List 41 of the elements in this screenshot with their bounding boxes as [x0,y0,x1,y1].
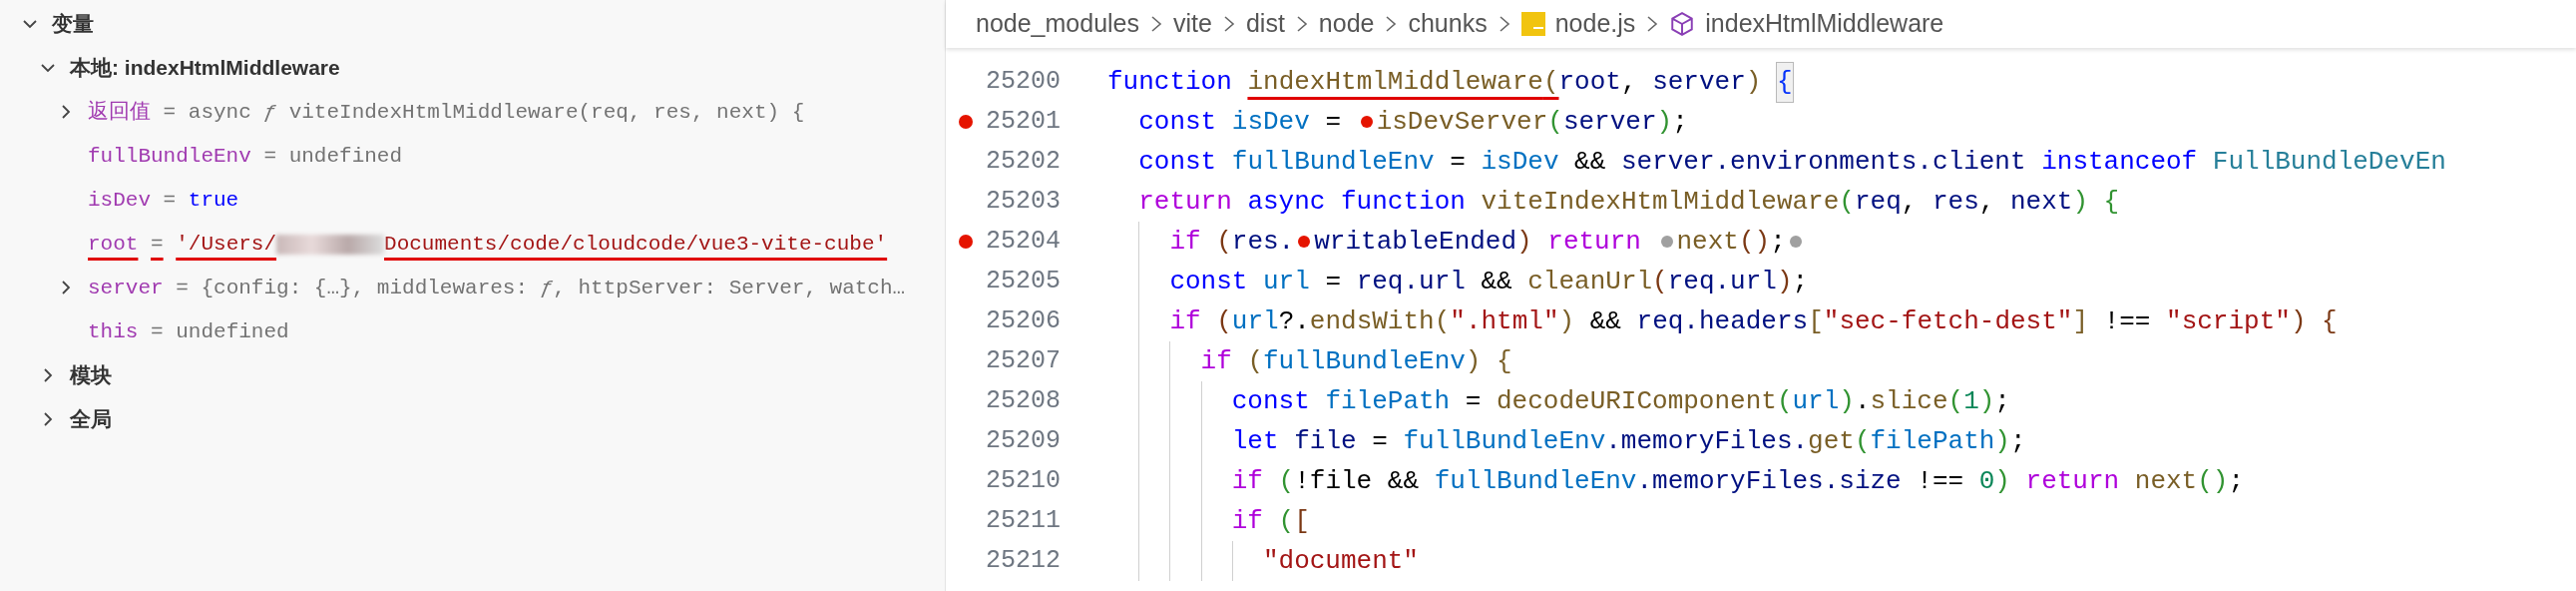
code-line: if (url?.endsWith(".html") && req.headers["sec-fetch-dest"] !== "script") { [1107,301,2338,341]
code-line: return async function viteIndexHtmlMiddleware(req, res, next) { [1137,185,2120,219]
variable-entry[interactable]: root = '/Users/ Documents/code/cloudcode/vue3-vite-cube' [88,227,888,261]
breakpoint-icon[interactable] [959,115,973,129]
variable-entry[interactable]: isDev = true [88,183,239,217]
variable-entry[interactable]: server = {config: {…}, middlewares: ƒ, httpServer: Server, watch… [88,271,906,304]
chevron-right-icon [1149,15,1163,33]
breadcrumb-item[interactable]: indexHtmlMiddleware [1705,5,1944,43]
tree-section-label[interactable]: 模块 [70,359,112,391]
code-line: let file = fullBundleEnv.memoryFiles.get(filePath); [1107,421,2026,461]
variable-entry[interactable]: fullBundleEnv = undefined [88,139,403,173]
file-type-icon [1520,12,1545,36]
tree-section-label[interactable]: 变量 [52,8,94,40]
variable-entry[interactable]: this = undefined [88,314,289,348]
code-line: const isDev = isDevServer(server); [1137,105,1688,139]
breadcrumb-item[interactable]: chunks [1408,5,1488,43]
code-line: if ([ [1107,501,1310,541]
inline-breakpoint-icon[interactable] [1360,116,1373,128]
variable-entry[interactable]: 返回值 = async ƒ viteIndexHtmlMiddleware(req, res, next) { [88,95,805,129]
breadcrumb-item[interactable]: node_modules [976,5,1139,43]
tree-section-label[interactable]: 全局 [70,403,112,435]
breadcrumb-item[interactable]: node [1318,5,1375,43]
code-line: const url = req.url && cleanUrl(req.url); [1107,262,1809,301]
breakpoint-icon[interactable] [959,235,973,249]
inline-breakpoint-icon[interactable] [1660,236,1673,248]
code-line: if (!file && fullBundleEnv.memoryFiles.size !== 0) return next(); [1107,461,2245,501]
chevron-right-icon [1384,15,1399,33]
tree-section-label[interactable]: 本地: indexHtmlMiddleware [70,52,340,84]
code-line: const fullBundleEnv = isDev && server.environments.client instanceof FullBundleDevEn [1137,145,2446,179]
code-line: if (res. writableEnded) return next(); [1107,222,1806,262]
chevron-right-icon [1645,15,1660,33]
cube-icon [1669,11,1696,37]
code-line: const filePath = decodeURIComponent(url).slice(1); [1107,381,2010,421]
inline-breakpoint-icon[interactable] [1789,236,1802,248]
breadcrumb-item[interactable]: node.js [1554,5,1636,43]
breadcrumb-item[interactable]: vite [1173,5,1212,43]
breadcrumb-item[interactable]: dist [1245,5,1285,43]
code-line: if (fullBundleEnv) { [1107,341,1512,381]
inline-breakpoint-icon[interactable] [1298,236,1311,248]
code-line: "document" [1107,541,1419,581]
code-line: function indexHtmlMiddleware(root, server) { [1107,62,1793,102]
